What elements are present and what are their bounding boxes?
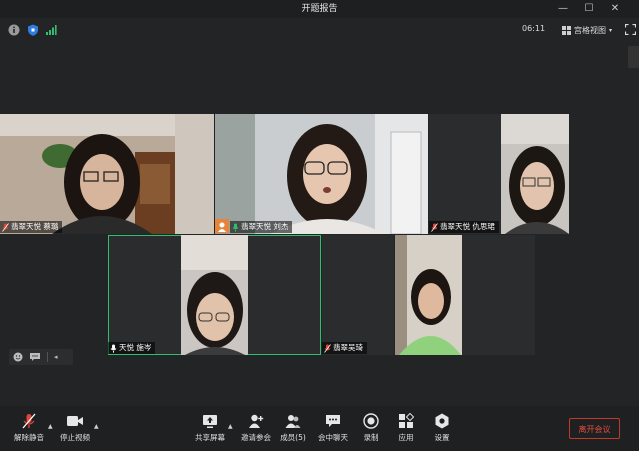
meeting-clock: 06:11 [522,24,546,33]
participant-label: 翡翠吴琦 [322,342,367,354]
apps-icon [399,413,414,428]
apps-label: 应用 [398,433,414,442]
unmute-label: 解除静音 [14,433,44,442]
video-camera-icon [67,416,83,426]
gear-icon [435,413,449,429]
mic-muted-icon [431,222,438,232]
video-tile[interactable]: 翡翠吴琦 [322,235,394,355]
video-tile[interactable] [395,235,535,355]
participant-name: 翡翠天悦 仇思珺 [440,222,495,231]
view-switch-button[interactable]: 宫格视图 ▾ [562,23,612,37]
video-tile[interactable]: 翡翠天悦 仇思珺 [429,114,569,234]
participant-video [215,114,428,234]
record-icon [363,413,379,429]
participant-name: 翡翠天悦 刘杰 [241,222,289,231]
participant-video [501,114,569,234]
stop-video-button[interactable]: 停止视频 [50,413,100,443]
view-label: 宫格视图 [574,25,606,35]
participant-name: 翡翠天悦 蔡璐 [11,222,59,231]
minimize-button[interactable]: — [552,0,574,18]
record-label: 录制 [363,433,379,442]
video-options-caret[interactable]: ▲ [94,423,102,430]
participant-video [181,235,248,355]
members-icon [285,415,301,428]
mic-muted-icon [2,222,9,232]
maximize-button[interactable]: ☐ [578,0,600,18]
host-badge [215,219,229,233]
participant-label: 翡翠天悦 蔡璐 [0,221,63,233]
add-user-icon [249,414,264,428]
fullscreen-icon[interactable] [625,24,636,35]
settings-label: 设置 [434,433,450,442]
participant-label: 翡翠天悦 仇思珺 [429,221,499,233]
info-icon[interactable] [8,24,20,36]
share-screen-icon [203,415,217,428]
signal-icon[interactable] [45,24,57,36]
mic-muted-icon [324,343,331,353]
chat-icon [326,415,340,427]
side-panel-handle[interactable] [628,46,639,68]
collapse-arrow-icon[interactable]: ◂ [54,353,58,361]
share-screen-label: 共享屏幕 [195,433,225,442]
chevron-down-icon: ▾ [609,26,613,34]
mic-icon [232,223,239,232]
participant-name: 天悦 施岑 [119,343,152,352]
participant-name: 翡翠吴琦 [333,343,363,352]
participant-video [395,235,462,355]
video-tile-active-speaker[interactable]: 天悦 施岑 [108,235,321,355]
stop-video-label: 停止视频 [60,433,90,442]
members-label: 成员(5) [280,433,306,442]
mic-icon [110,344,117,353]
reaction-controls: ◂ [9,349,73,365]
video-tile[interactable]: 翡翠天悦 刘杰 [215,114,428,234]
grid-icon [562,25,571,35]
participant-label: 天悦 施岑 [108,342,156,354]
participant-label: 翡翠天悦 刘杰 [230,221,293,233]
chat-label: 会中聊天 [318,433,348,442]
chat-bubble-icon[interactable] [29,352,41,362]
invite-label: 邀请参会 [241,433,271,442]
leave-meeting-button[interactable]: 离开会议 [569,418,620,439]
window-title: 开题报告 [301,4,338,14]
close-button[interactable]: ✕ [604,0,626,18]
shield-icon[interactable] [27,24,39,36]
emoji-icon[interactable] [13,352,23,362]
mic-muted-icon [22,413,36,429]
divider [47,352,48,362]
host-icon [218,222,226,232]
settings-button[interactable]: 设置 [417,413,467,443]
participant-video [0,114,214,234]
video-tile[interactable]: 翡翠天悦 蔡璐 [0,114,214,234]
unmute-button[interactable]: 解除静音 [4,413,54,443]
